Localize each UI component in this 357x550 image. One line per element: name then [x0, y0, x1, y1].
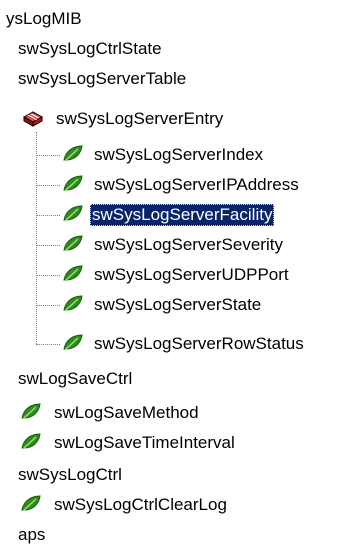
tree-item-swlogsavemethod[interactable]: swLogSaveMethod: [0, 398, 357, 428]
tree-item-swsyslogserverseverity[interactable]: swSysLogServerSeverity: [0, 230, 357, 260]
tree-item-swsyslogserverrowstatus[interactable]: swSysLogServerRowStatus: [0, 329, 357, 359]
tree-item-aps[interactable]: aps: [0, 520, 357, 550]
tree-item-label[interactable]: swSysLogServerUDPPort: [92, 264, 291, 286]
leaf-icon: [20, 402, 42, 422]
tree-item-label[interactable]: swSysLogServerState: [92, 294, 263, 316]
mib-tree-view[interactable]: ysLogMIB swSysLogCtrlState swSysLogServe…: [0, 0, 357, 547]
tree-item-swsyslogserverindex[interactable]: swSysLogServerIndex: [0, 140, 357, 170]
tree-item-swsyslogserverentry[interactable]: swSysLogServerEntry: [0, 104, 357, 134]
table-entry-icon: [22, 108, 44, 128]
tree-item-swlogsavetimeinterval[interactable]: swLogSaveTimeInterval: [0, 428, 357, 458]
tree-item-label[interactable]: swLogSaveTimeInterval: [52, 432, 237, 454]
tree-item-label[interactable]: swSysLogServerEntry: [54, 108, 225, 130]
tree-item-swsyslogservertable[interactable]: swSysLogServerTable: [0, 64, 357, 94]
tree-item-swsyslogctrlclearlog[interactable]: swSysLogCtrlClearLog: [0, 490, 357, 520]
leaf-icon: [62, 264, 84, 284]
leaf-icon: [62, 144, 84, 164]
tree-item-label-selected[interactable]: swSysLogServerFacility: [90, 204, 275, 226]
leaf-icon: [20, 494, 42, 514]
tree-item-swsyslogctrlstate[interactable]: swSysLogCtrlState: [0, 34, 357, 64]
tree-item-swsyslogserverstate[interactable]: swSysLogServerState: [0, 290, 357, 320]
tree-item-label[interactable]: swSysLogCtrl: [16, 464, 124, 486]
tree-item-swsyslogserverudpport[interactable]: swSysLogServerUDPPort: [0, 260, 357, 290]
leaf-icon: [62, 204, 84, 224]
leaf-icon: [62, 333, 84, 353]
tree-item-label[interactable]: swSysLogServerRowStatus: [92, 333, 306, 355]
leaf-icon: [62, 174, 84, 194]
tree-item-label[interactable]: swSysLogCtrlState: [16, 38, 164, 60]
leaf-icon: [20, 432, 42, 452]
tree-item-swsyslogctrl[interactable]: swSysLogCtrl: [0, 460, 357, 490]
tree-item-syslogmib[interactable]: ysLogMIB: [0, 4, 357, 34]
tree-item-label[interactable]: swSysLogServerIndex: [92, 144, 265, 166]
tree-item-label[interactable]: ysLogMIB: [4, 8, 84, 30]
tree-item-label[interactable]: aps: [16, 524, 47, 546]
tree-item-swsyslogserverfacility[interactable]: swSysLogServerFacility: [0, 200, 357, 230]
tree-item-swlogsavectrl[interactable]: swLogSaveCtrl: [0, 364, 357, 394]
tree-item-label[interactable]: swLogSaveCtrl: [16, 368, 134, 390]
leaf-icon: [62, 234, 84, 254]
leaf-icon: [62, 294, 84, 314]
tree-item-label[interactable]: swSysLogServerTable: [16, 68, 188, 90]
tree-item-label[interactable]: swLogSaveMethod: [52, 402, 201, 424]
tree-item-swsyslogserveripaddress[interactable]: swSysLogServerIPAddress: [0, 170, 357, 200]
tree-item-label[interactable]: swSysLogCtrlClearLog: [52, 494, 229, 516]
tree-item-label[interactable]: swSysLogServerSeverity: [92, 234, 285, 256]
tree-item-label[interactable]: swSysLogServerIPAddress: [92, 174, 301, 196]
